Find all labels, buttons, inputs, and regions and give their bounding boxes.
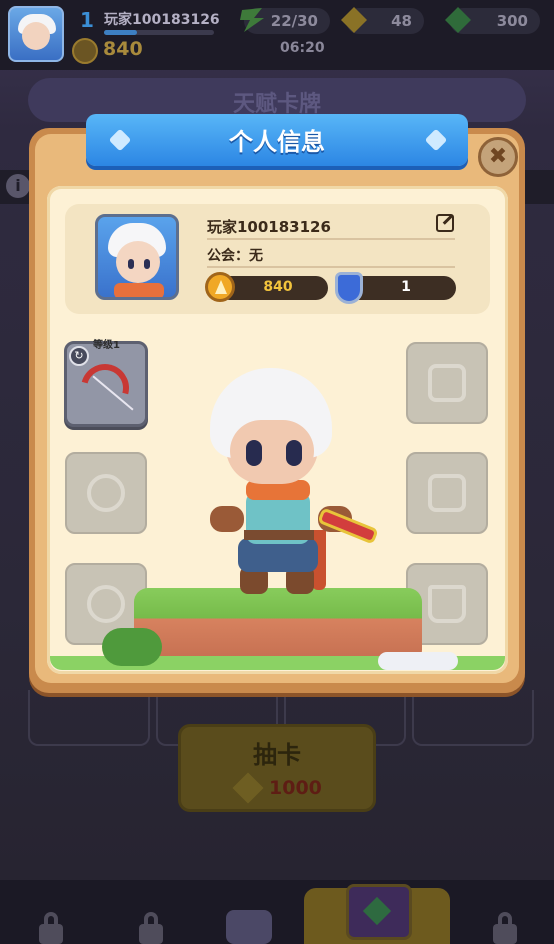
modal-title: 个人信息 bbox=[229, 128, 325, 156]
guild-label: 公会：无 bbox=[207, 248, 263, 264]
close-button[interactable]: ✖ bbox=[478, 137, 518, 177]
close-icon: ✖ bbox=[488, 144, 508, 169]
divider bbox=[207, 238, 455, 240]
bush bbox=[102, 628, 162, 666]
gold-gem-icon bbox=[232, 772, 264, 804]
helmet-slot[interactable] bbox=[406, 342, 488, 424]
green-gem-icon bbox=[445, 7, 471, 33]
gem-counter[interactable]: 300 bbox=[445, 7, 540, 34]
modal-title-ribbon: 个人信息 bbox=[86, 108, 468, 170]
top-bar: 1 玩家100183126 840 22/30 48 300 06:20 bbox=[0, 0, 554, 70]
info-icon[interactable]: i bbox=[6, 174, 30, 198]
edit-icon[interactable] bbox=[436, 214, 454, 232]
weapon-level: 等级1 bbox=[93, 340, 120, 351]
trophy-icon bbox=[72, 38, 98, 64]
swap-icon[interactable]: ↻ bbox=[69, 346, 89, 366]
lock-icon[interactable] bbox=[136, 912, 166, 944]
lock-icon[interactable] bbox=[490, 912, 520, 944]
armor-slot[interactable] bbox=[406, 452, 488, 534]
profile-name: 玩家100183126 bbox=[207, 218, 331, 236]
energy-timer: 06:20 bbox=[280, 40, 325, 56]
card-slot bbox=[28, 690, 150, 746]
grass-platform bbox=[134, 588, 422, 664]
lock-icon[interactable] bbox=[36, 912, 66, 944]
player-name: 玩家100183126 bbox=[104, 12, 220, 28]
necklace-slot[interactable] bbox=[65, 452, 147, 534]
profile-avatar[interactable] bbox=[95, 214, 179, 300]
rock bbox=[378, 652, 458, 670]
draw-cost: 1000 bbox=[269, 777, 322, 799]
gold-gem-icon bbox=[341, 7, 367, 33]
player-level: 1 bbox=[80, 8, 94, 32]
weapon-slot[interactable]: ↻ bbox=[64, 341, 148, 427]
draw-card-button[interactable]: 抽卡 1000 bbox=[178, 724, 376, 812]
energy-counter[interactable]: 22/30 bbox=[240, 8, 330, 34]
draw-button-label: 抽卡 bbox=[253, 741, 301, 769]
gold-counter[interactable]: 48 bbox=[341, 7, 424, 34]
trophy-count: 840 bbox=[103, 38, 143, 60]
shield-icon bbox=[335, 272, 363, 304]
nav-shield-icon[interactable] bbox=[226, 910, 272, 944]
divider bbox=[207, 266, 455, 268]
bottom-nav bbox=[0, 880, 554, 944]
chest-icon[interactable] bbox=[346, 884, 412, 940]
xp-bar bbox=[104, 30, 214, 35]
card-slot bbox=[412, 690, 534, 746]
trophy-icon bbox=[205, 272, 235, 302]
player-avatar[interactable] bbox=[8, 6, 64, 62]
lightning-icon bbox=[240, 8, 264, 32]
